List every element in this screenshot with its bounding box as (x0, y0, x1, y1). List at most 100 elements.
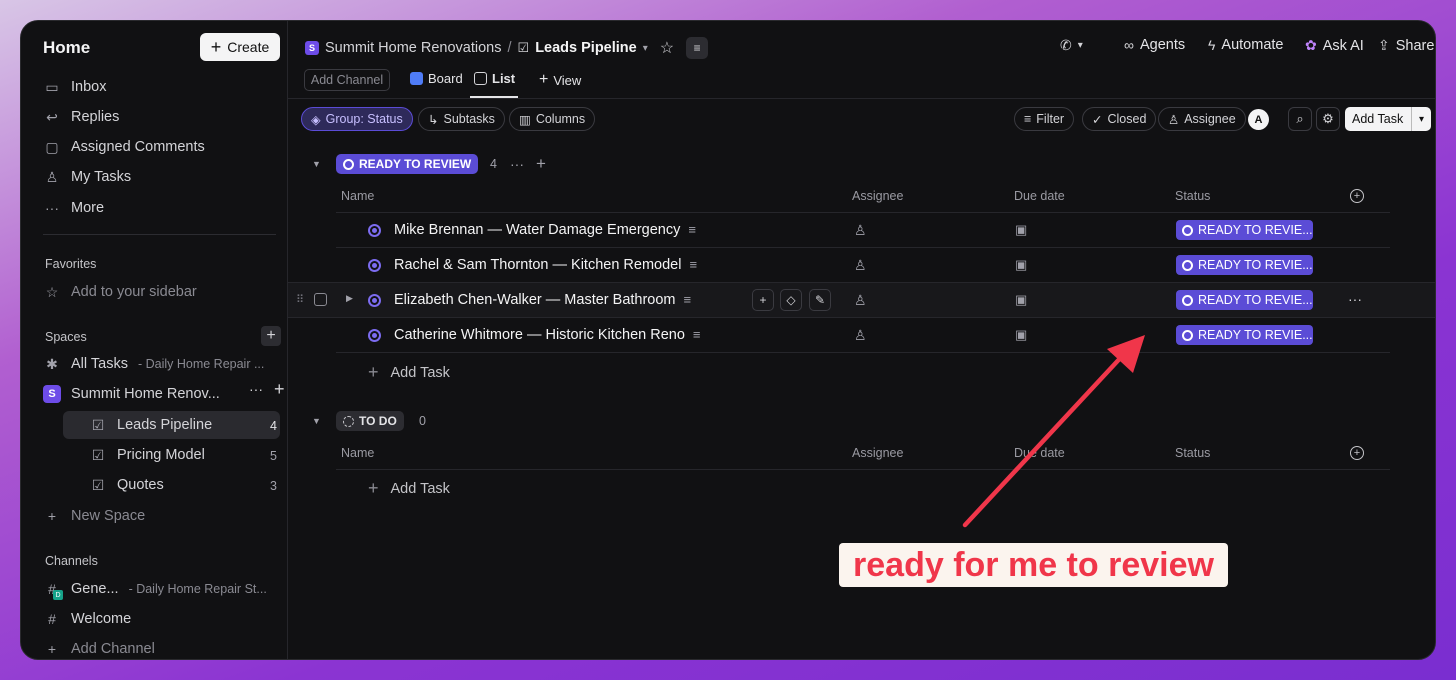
column-header-due-date[interactable]: Due date (1014, 189, 1065, 203)
tag-icon[interactable]: ◇ (780, 289, 802, 311)
columns-button[interactable]: ▥ Columns (509, 107, 596, 131)
space-more-icon[interactable]: ··· (249, 381, 263, 397)
column-header-status[interactable]: Status (1175, 446, 1210, 460)
table-row[interactable]: Rachel & Sam Thornton — Kitchen Remodel ≡… (288, 248, 1435, 283)
chevron-down-icon[interactable]: ▾ (643, 43, 648, 54)
task-name-cell[interactable]: Catherine Whitmore — Historic Kitchen Re… (394, 327, 701, 343)
table-row[interactable]: Catherine Whitmore — Historic Kitchen Re… (288, 318, 1435, 353)
task-status-icon[interactable] (368, 329, 381, 342)
group-add-icon[interactable]: + (536, 154, 546, 174)
add-view-button[interactable]: + View (539, 71, 581, 89)
tab-list[interactable]: List (474, 71, 515, 86)
column-header-status[interactable]: Status (1175, 189, 1210, 203)
calendar-icon[interactable]: ▣ (1015, 257, 1027, 273)
collapse-triangle-icon[interactable]: ▼ (312, 159, 321, 169)
table-row[interactable]: ⠿ ▶ Elizabeth Chen-Walker — Master Bathr… (288, 283, 1435, 318)
task-status-icon[interactable] (368, 259, 381, 272)
sidebar-item-more[interactable]: ··· More (43, 195, 104, 221)
calendar-icon[interactable]: ▣ (1015, 292, 1027, 308)
drag-handle-icon[interactable]: ⠿ (296, 293, 304, 306)
status-badge[interactable]: READY TO REVIE... (1176, 220, 1313, 240)
sidebar-item-leads-pipeline[interactable]: ☑ Leads Pipeline (89, 412, 212, 438)
sidebar-item-space[interactable]: S Summit Home Renov... (43, 381, 220, 407)
status-badge[interactable]: READY TO REVIE... (1176, 290, 1313, 310)
add-column-icon[interactable]: + (1350, 189, 1364, 203)
list-count: 3 (270, 479, 277, 493)
sidebar-item-replies[interactable]: ↩ Replies (43, 104, 119, 130)
add-subtask-icon[interactable]: + (752, 289, 774, 311)
table-row[interactable]: Mike Brennan — Water Damage Emergency ≡ ♙… (288, 213, 1435, 248)
settings-button[interactable]: ⚙ (1316, 107, 1340, 131)
task-name-cell[interactable]: Mike Brennan — Water Damage Emergency ≡ (394, 222, 696, 238)
task-status-icon[interactable] (368, 224, 381, 237)
column-header-assignee[interactable]: Assignee (852, 446, 903, 460)
plus-icon: + (47, 641, 57, 657)
add-assignee-icon[interactable]: ♙ (854, 292, 867, 309)
ask-ai-button[interactable]: ✿ Ask AI (1305, 37, 1364, 54)
calendar-icon[interactable]: ▣ (1015, 327, 1027, 343)
tab-board[interactable]: Board (410, 71, 463, 86)
gear-icon: ⚙ (1322, 111, 1334, 126)
filter-button[interactable]: ≡ Filter (1014, 107, 1075, 131)
sidebar-item-label: Replies (71, 109, 120, 125)
sidebar-item-channel-general[interactable]: # D Gene... - Daily Home Repair St... (43, 576, 267, 602)
new-space-button[interactable]: + New Space (43, 503, 145, 529)
group-more-icon[interactable]: ··· (510, 156, 524, 172)
agents-button[interactable]: ∞ Agents (1124, 37, 1185, 53)
avatar[interactable]: A (1248, 109, 1269, 130)
add-channel-button[interactable]: Add Channel (304, 69, 390, 91)
closed-button[interactable]: ✓ Closed (1082, 107, 1157, 131)
add-task-button[interactable]: Add Task ▾ (1345, 107, 1431, 131)
expand-triangle-icon[interactable]: ▶ (346, 293, 353, 304)
column-header-due-date[interactable]: Due date (1014, 446, 1065, 460)
add-column-icon[interactable]: + (1350, 446, 1364, 460)
group-by-button[interactable]: ◈ Group: Status (301, 107, 413, 131)
status-label: READY TO REVIE... (1198, 328, 1313, 342)
task-name-cell[interactable]: Elizabeth Chen-Walker — Master Bathroom ≡ (394, 292, 691, 308)
calendar-icon[interactable]: ▣ (1015, 222, 1027, 238)
add-assignee-icon[interactable]: ♙ (854, 222, 867, 239)
subtasks-button[interactable]: ↳ Subtasks (418, 107, 505, 131)
sidebar-item-assigned-comments[interactable]: ▢ Assigned Comments (43, 134, 204, 160)
space-add-icon[interactable]: + (274, 379, 285, 400)
status-badge[interactable]: READY TO REVIE... (1176, 325, 1313, 345)
chevron-down-icon[interactable]: ▾ (1411, 107, 1431, 131)
breadcrumb-space[interactable]: Summit Home Renovations (325, 40, 502, 56)
breadcrumb-list[interactable]: Leads Pipeline (535, 40, 637, 56)
automate-button[interactable]: ϟ Automate (1208, 37, 1284, 53)
row-more-icon[interactable]: ··· (1348, 291, 1362, 307)
sidebar-item-quotes[interactable]: ☑ Quotes (89, 472, 164, 498)
task-status-icon[interactable] (368, 294, 381, 307)
share-button[interactable]: ⇪ Share (1378, 37, 1434, 54)
call-button[interactable]: ✆ ▾ (1060, 37, 1083, 54)
group-status-chip[interactable]: READY TO REVIEW (336, 154, 479, 174)
add-favorite[interactable]: ☆ Add to your sidebar (43, 279, 197, 305)
sidebar-item-channel-welcome[interactable]: # Welcome (43, 606, 131, 632)
task-name-cell[interactable]: Rachel & Sam Thornton — Kitchen Remodel ≡ (394, 257, 697, 273)
column-header-name[interactable]: Name (341, 446, 374, 460)
add-task-row-todo[interactable]: + Add Task (368, 478, 450, 499)
assignee-filter-button[interactable]: ♙ Assignee (1158, 107, 1246, 131)
sidebar-item-my-tasks[interactable]: ♙ My Tasks (43, 164, 131, 190)
description-icon[interactable]: ≡ (686, 37, 709, 59)
add-task-row-review[interactable]: + Add Task (368, 362, 450, 383)
sidebar-item-inbox[interactable]: ▭ Inbox (43, 74, 106, 100)
edit-icon[interactable]: ✎ (809, 289, 831, 311)
column-header-assignee[interactable]: Assignee (852, 189, 903, 203)
add-space-button[interactable]: + (261, 326, 281, 346)
collapse-triangle-icon[interactable]: ▼ (312, 416, 321, 426)
sidebar-item-all-tasks[interactable]: ✱ All Tasks - Daily Home Repair ... (43, 351, 264, 377)
sidebar-item-pricing-model[interactable]: ☑ Pricing Model (89, 442, 205, 468)
add-assignee-icon[interactable]: ♙ (854, 327, 867, 344)
row-checkbox[interactable] (314, 293, 327, 306)
create-button[interactable]: + Create (200, 33, 280, 61)
breadcrumb-separator: / (507, 40, 512, 56)
group-status-chip[interactable]: TO DO (336, 411, 404, 431)
column-header-name[interactable]: Name (341, 189, 374, 203)
add-channel-sidebar-button[interactable]: + Add Channel (43, 636, 155, 659)
add-assignee-icon[interactable]: ♙ (854, 257, 867, 274)
list-count: 5 (270, 449, 277, 463)
search-button[interactable]: ⌕ (1288, 107, 1312, 131)
star-icon[interactable]: ☆ (660, 38, 674, 58)
status-badge[interactable]: READY TO REVIE... (1176, 255, 1313, 275)
